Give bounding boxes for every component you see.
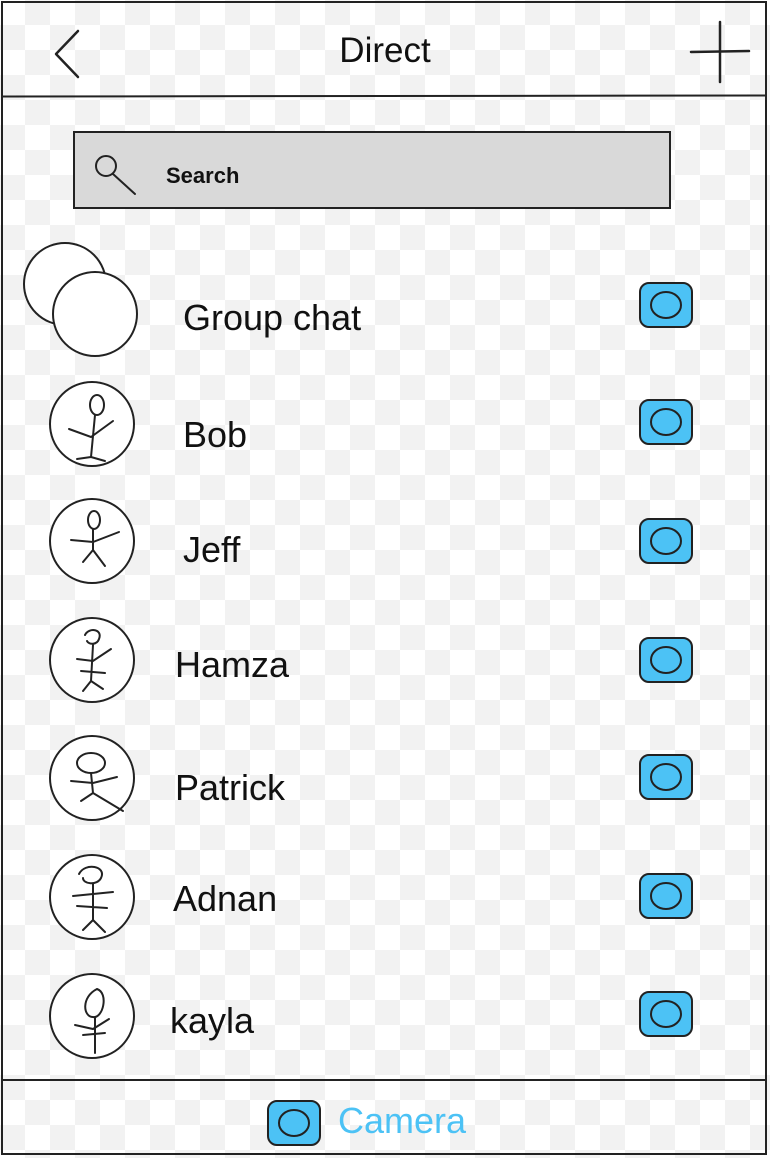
conversation-name: Hamza [175,644,290,685]
conversation-row-bob[interactable]: Bob [0,375,770,485]
stick-figure-avatar [49,381,135,467]
camera-icon [267,1100,321,1146]
search-bar[interactable]: Search [73,131,671,209]
conversation-row-hamza[interactable]: Hamza [0,612,770,722]
conversation-row-adnan[interactable]: Adnan [0,848,770,958]
conversation-row-patrick[interactable]: Patrick [0,730,770,840]
header: Direct [0,0,770,97]
conversation-name: kayla [170,1000,255,1041]
camera-icon[interactable] [638,990,694,1038]
stick-figure-avatar [49,617,135,703]
camera-label: Camera [338,1100,467,1141]
conversation-name: Jeff [183,529,241,570]
conversation-name: Adnan [173,878,278,919]
camera-icon[interactable] [638,281,694,329]
conversation-name: Bob [183,414,248,455]
stick-figure-avatar [49,498,135,584]
conversation-row-jeff[interactable]: Jeff [0,492,770,602]
camera-icon[interactable] [638,872,694,920]
stick-figure-avatar [49,854,135,940]
group-avatar-icon [23,242,138,357]
search-placeholder: Search [166,163,240,188]
camera-icon[interactable] [638,636,694,684]
conversation-row-group-chat[interactable]: Group chat [0,238,770,357]
page-title: Direct [339,31,431,70]
add-button[interactable] [688,20,752,84]
search-icon [95,155,136,195]
stick-figure-avatar [49,973,135,1059]
stick-figure-avatar [49,735,135,821]
camera-icon[interactable] [638,753,694,801]
camera-icon[interactable] [638,398,694,446]
conversation-name: Patrick [175,767,286,808]
camera-icon[interactable] [638,517,694,565]
camera-button[interactable]: Camera [266,1097,476,1149]
footer-divider [3,1079,767,1081]
conversation-name: Group chat [183,297,362,338]
conversation-row-kayla[interactable]: kayla [0,966,770,1076]
